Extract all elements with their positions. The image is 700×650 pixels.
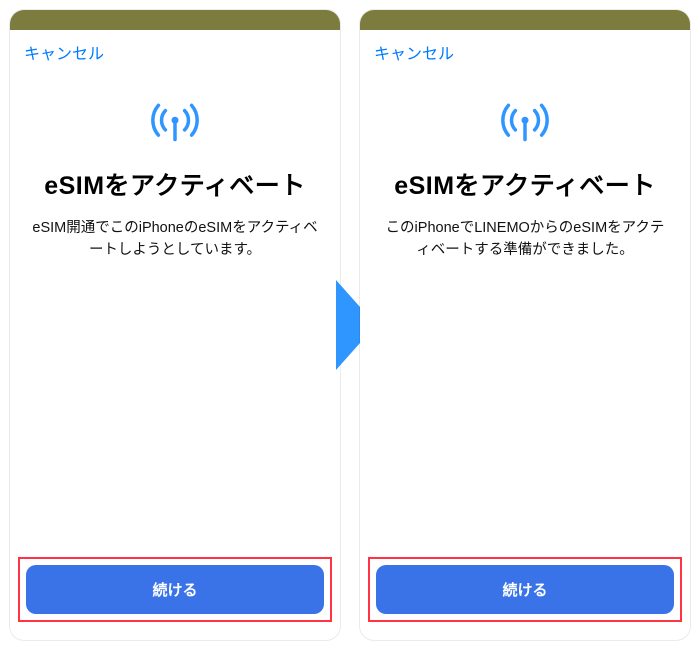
cellular-signal-icon (495, 92, 555, 152)
page-title: eSIMをアクティベート (394, 170, 656, 204)
page-title: eSIMをアクティベート (44, 170, 306, 204)
content-area: eSIMをアクティベート このiPhoneでLINEMOからのeSIMをアクティ… (360, 64, 690, 261)
content-area: eSIMをアクティベート eSIM開通でこのiPhoneのeSIMをアクティベー… (10, 64, 340, 261)
screen-right: キャンセル eSIMをアクティベート このiPhoneでLINEMOからのeSI… (360, 10, 690, 640)
page-description: このiPhoneでLINEMOからのeSIMをアクティベートする準備ができました… (382, 218, 668, 262)
spacer (360, 261, 690, 557)
continue-button-highlight: 続ける (368, 557, 682, 622)
cellular-signal-icon (145, 92, 205, 152)
cancel-button[interactable]: キャンセル (24, 40, 104, 64)
continue-button[interactable]: 続ける (26, 565, 324, 614)
modal-top-strip (10, 10, 340, 30)
cancel-button[interactable]: キャンセル (374, 40, 454, 64)
continue-button[interactable]: 続ける (376, 565, 674, 614)
continue-button-highlight: 続ける (18, 557, 332, 622)
screen-left: キャンセル eSIMをアクティベート eSIM開通でこのiPhoneのeSIMを… (10, 10, 340, 640)
modal-top-strip (360, 10, 690, 30)
page-description: eSIM開通でこのiPhoneのeSIMをアクティベートしようとしています。 (32, 218, 318, 262)
spacer (10, 261, 340, 557)
